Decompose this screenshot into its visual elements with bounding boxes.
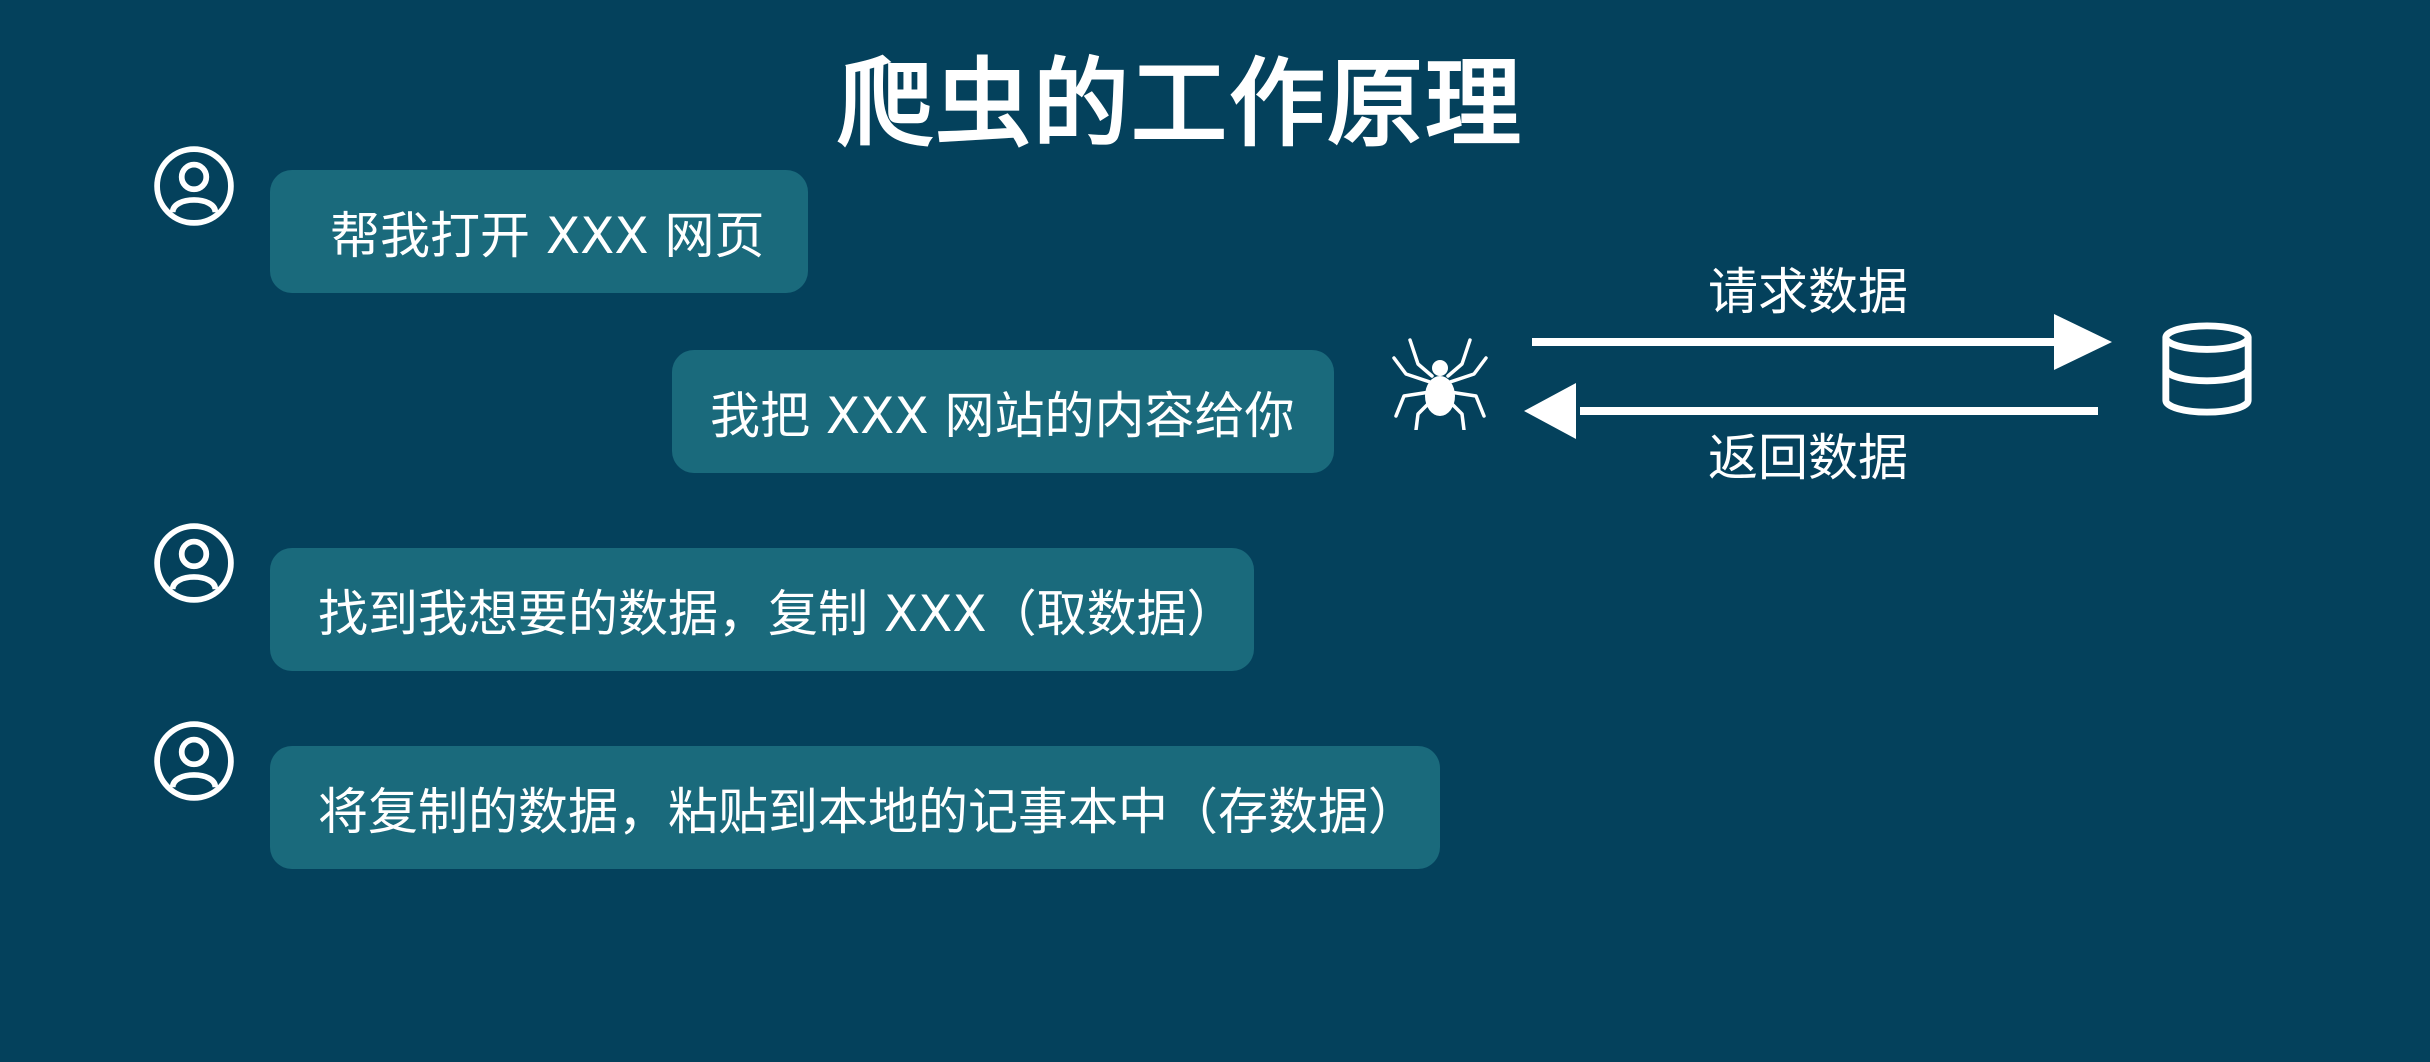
response-label: 返回数据 (1708, 429, 1908, 487)
spider-icon (1392, 338, 1488, 430)
user-icon (154, 523, 234, 603)
message-bubble-store-data: 将复制的数据，粘贴到本地的记事本中（存数据） (270, 746, 1440, 869)
message-bubble-site-content: 我把 XXX 网站的内容给你 (672, 350, 1334, 473)
message-text: 将复制的数据，粘贴到本地的记事本中（存数据） (318, 782, 1418, 841)
response-arrow-head (1524, 383, 1576, 439)
message-bubble-fetch-data: 找到我想要的数据，复制 XXX（取数据） (270, 548, 1254, 671)
message-text: 我把 XXX 网站的内容给你 (710, 386, 1295, 445)
user-icon (154, 721, 234, 801)
message-bubble-open-page: 帮我打开 XXX 网页 (270, 170, 808, 293)
database-icon (2162, 322, 2252, 416)
message-text: 帮我打开 XXX 网页 (330, 206, 765, 265)
message-text: 找到我想要的数据，复制 XXX（取数据） (318, 584, 1237, 643)
page-title: 爬虫的工作原理 (837, 48, 1523, 160)
request-arrow-head (2054, 314, 2112, 370)
user-icon (154, 146, 234, 226)
request-label: 请求数据 (1708, 263, 1908, 321)
